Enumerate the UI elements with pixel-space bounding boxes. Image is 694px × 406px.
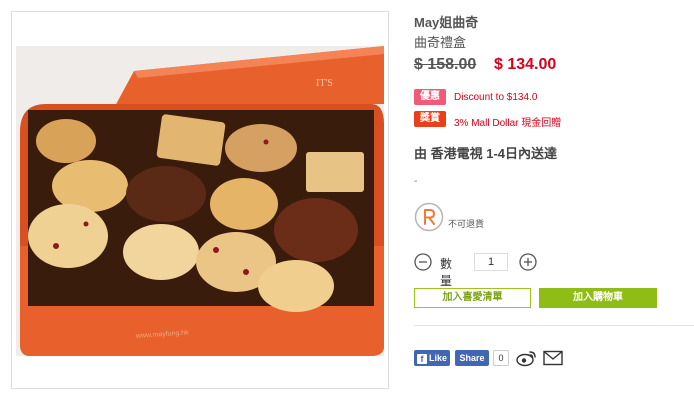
no-return-label: 不可退貨 bbox=[448, 219, 485, 229]
delivery-info: 由 香港電視 1-4日內送達 bbox=[414, 146, 558, 161]
add-to-cart-button[interactable]: 加入購物車 bbox=[539, 288, 657, 308]
plus-icon[interactable] bbox=[519, 253, 537, 271]
mail-icon[interactable] bbox=[543, 350, 563, 366]
product-name: 曲奇禮盒 bbox=[414, 35, 467, 50]
original-price: $ 158.00 bbox=[414, 56, 477, 73]
product-brand[interactable]: May姐曲奇 bbox=[414, 12, 478, 31]
discount-text[interactable]: Discount to $134.0 bbox=[454, 92, 537, 103]
facebook-like-button[interactable]: f Like bbox=[414, 350, 450, 366]
sale-price: $ 134.00 bbox=[494, 56, 557, 73]
tin-logo: IT'S bbox=[316, 78, 333, 89]
no-return-icon bbox=[414, 202, 444, 232]
quantity-label: 數量 bbox=[440, 257, 453, 288]
product-photo[interactable]: IT'S www.mayfung.hk bbox=[16, 46, 384, 356]
placeholder-dash: - bbox=[414, 176, 418, 187]
discount-badge: 優惠 bbox=[414, 89, 446, 105]
weibo-icon[interactable] bbox=[516, 349, 538, 367]
product-image-frame: IT'S www.mayfung.hk bbox=[11, 11, 389, 389]
add-to-wishlist-button[interactable]: 加入喜愛清單 bbox=[414, 288, 531, 308]
facebook-share-button[interactable]: Share bbox=[455, 350, 489, 366]
facebook-icon: f bbox=[417, 354, 427, 364]
divider bbox=[414, 325, 694, 326]
reward-text[interactable]: 3% Mall Dollar 現金回贈 bbox=[454, 114, 561, 129]
minus-icon[interactable] bbox=[414, 253, 432, 271]
quantity-input[interactable]: 1 bbox=[474, 253, 508, 271]
share-count: 0 bbox=[493, 350, 509, 366]
facebook-like-label: Like bbox=[429, 353, 448, 363]
reward-badge: 獎賞 bbox=[414, 111, 446, 127]
